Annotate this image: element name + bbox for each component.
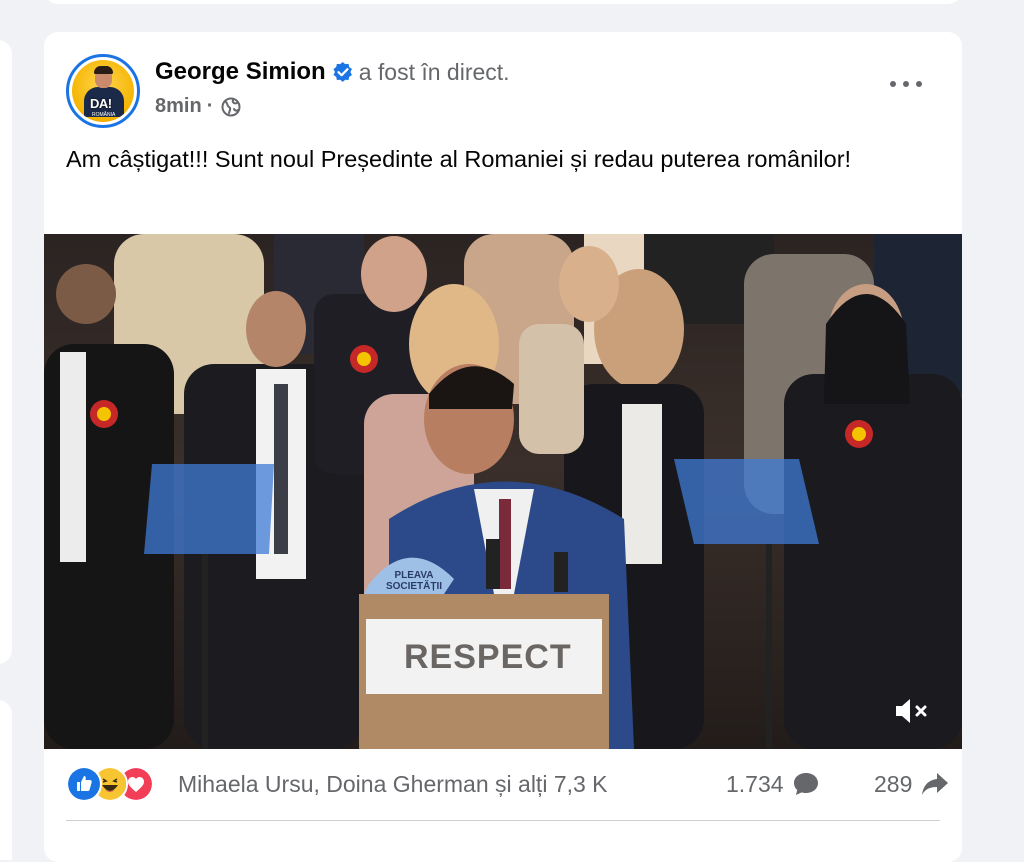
avatar-sub-text: ROMÂNIA xyxy=(92,112,116,118)
post-timestamp[interactable]: 8min xyxy=(155,95,202,118)
cap-text-line-2: SOCIETĂȚII xyxy=(385,581,443,592)
left-panel-edge-lower xyxy=(0,700,12,860)
reactions-summary[interactable]: Mihaela Ursu, Doina Gherman și alți 7,3 … xyxy=(178,771,608,798)
post-action-text: a fost în direct. xyxy=(358,58,510,85)
dot-icon xyxy=(916,81,922,87)
post-divider xyxy=(66,820,940,821)
previous-post-card-edge xyxy=(44,0,962,4)
meta-separator: · xyxy=(206,95,214,117)
live-video-player[interactable]: RESPECT PLEAVA SOCIETĂȚII xyxy=(44,234,962,749)
shares-count-value: 289 xyxy=(874,770,913,797)
mute-icon[interactable] xyxy=(892,694,932,728)
author-name[interactable]: George Simion xyxy=(155,58,326,86)
feed-post: DA! ROMÂNIA George Simion a fost în dire… xyxy=(44,32,962,862)
comments-count-value: 1.734 xyxy=(726,770,784,797)
shares-count[interactable]: 289 xyxy=(874,771,950,798)
cap-text-line-1: PLEAVA xyxy=(394,570,434,581)
reactions-bar: Mihaela Ursu, Doina Gherman și alți 7,3 … xyxy=(66,756,949,812)
post-header: George Simion a fost în direct. xyxy=(155,58,510,86)
page-right-gutter xyxy=(984,0,1024,837)
avatar-da-text: DA! xyxy=(90,96,112,111)
cap-text: PLEAVA SOCIETĂȚII xyxy=(374,570,454,592)
dot-icon xyxy=(903,81,909,87)
post-meta: 8min · xyxy=(155,95,241,118)
verified-badge-icon xyxy=(333,62,352,82)
author-avatar[interactable]: DA! ROMÂNIA xyxy=(66,54,140,128)
post-message: Am câștigat!!! Sunt noul Președinte al R… xyxy=(66,146,852,172)
avatar-image: DA! ROMÂNIA xyxy=(72,60,134,122)
share-icon xyxy=(922,773,949,795)
comment-icon xyxy=(793,773,818,795)
comments-count[interactable]: 1.734 xyxy=(726,771,820,798)
left-panel-edge xyxy=(0,40,12,664)
like-icon xyxy=(66,766,102,802)
dot-icon xyxy=(890,81,896,87)
reaction-icons[interactable] xyxy=(66,766,176,802)
globe-icon[interactable] xyxy=(221,97,241,117)
post-options-button[interactable] xyxy=(890,74,922,94)
podium-sign-text: RESPECT xyxy=(404,638,572,676)
